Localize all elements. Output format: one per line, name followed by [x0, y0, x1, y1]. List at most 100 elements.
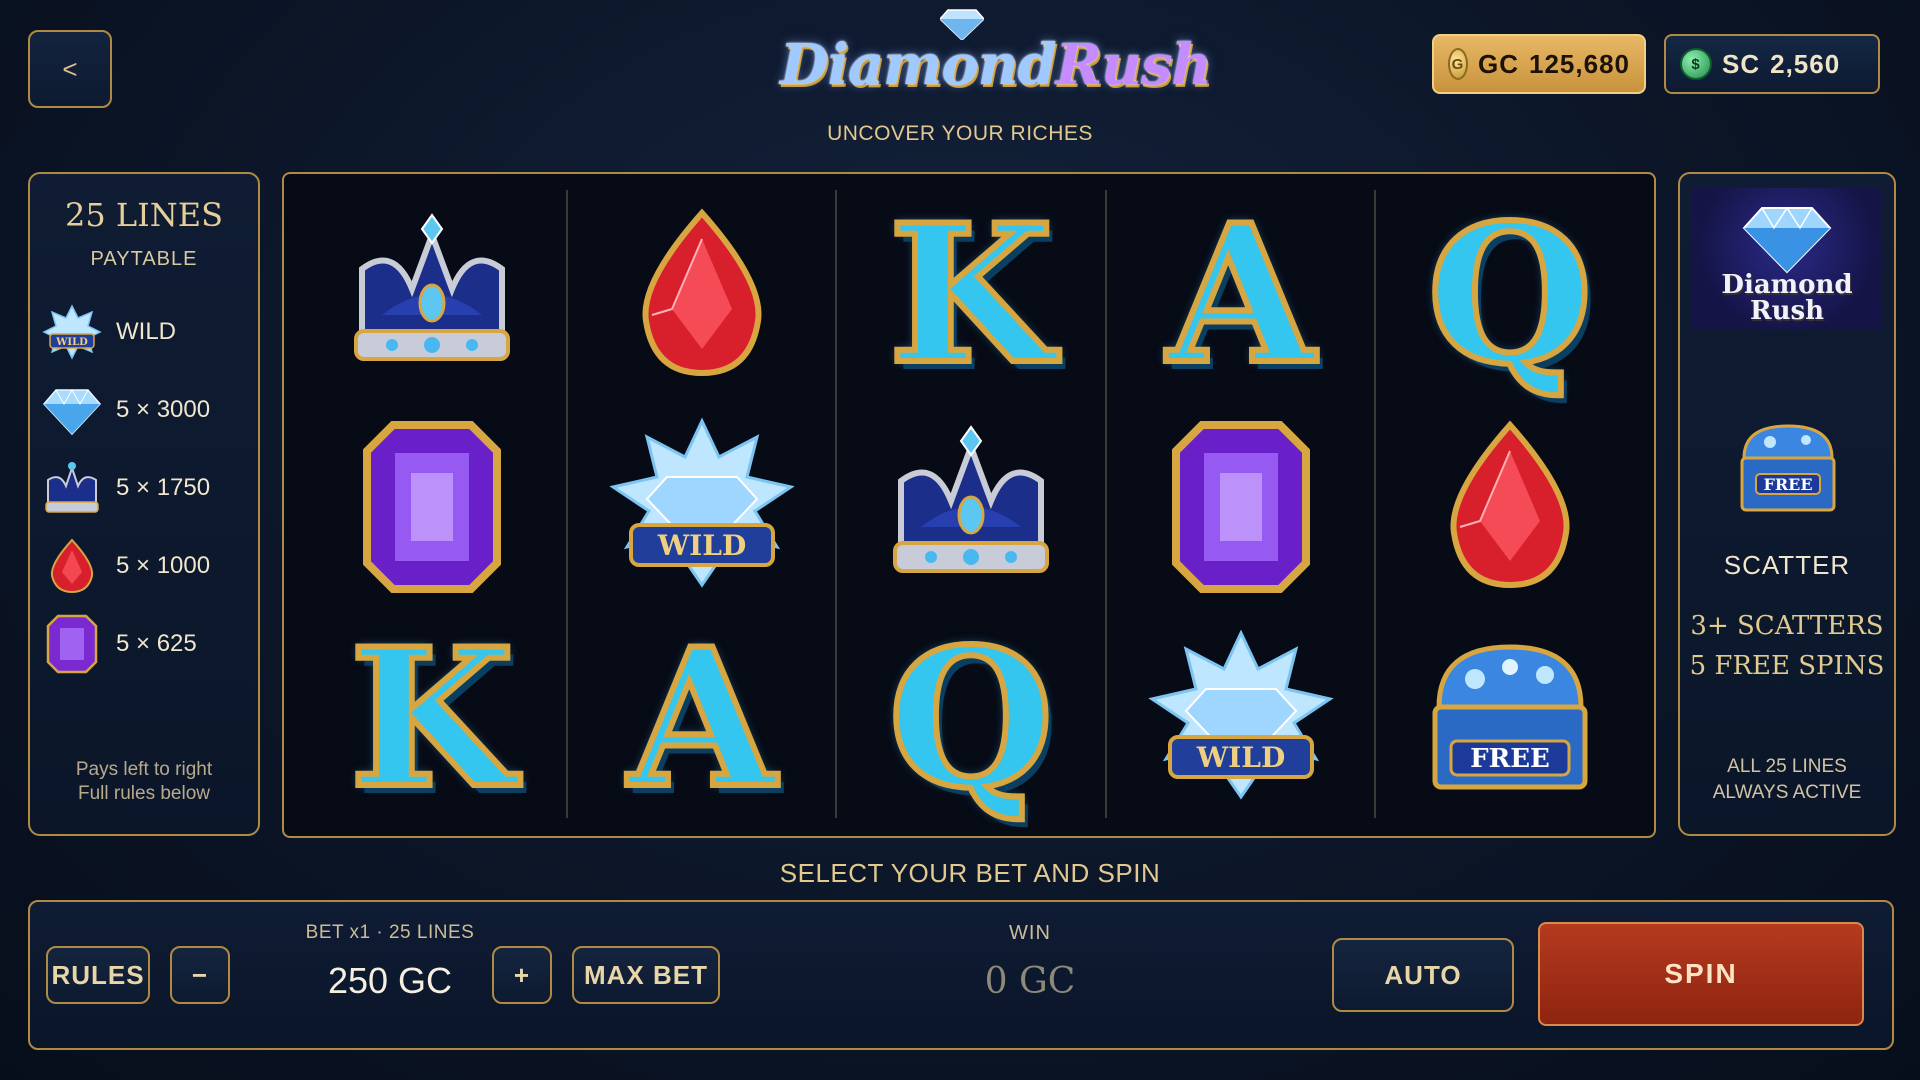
ruby-icon [642, 208, 762, 377]
paytable-row-ruby: 5 × 1000 [42, 534, 210, 598]
letter-symbol-k: K [300, 614, 564, 824]
reel-1: K [300, 190, 564, 818]
scatter-logo-line: Diamond [1721, 270, 1853, 300]
tagline: UNCOVER YOUR RICHES [827, 122, 1093, 145]
amethyst-symbol [300, 402, 564, 612]
paytable-footer: Pays left to right Full rules below [30, 758, 258, 806]
logo-diamond-icon [1742, 206, 1832, 274]
ruby-icon [1450, 420, 1570, 589]
win-value: 0 GC [984, 961, 1076, 1002]
decrease-bet-button[interactable]: − [170, 946, 230, 1004]
treasure-chest-icon: FREE [1740, 424, 1836, 512]
max-bet-button[interactable]: MAX BET [572, 946, 720, 1004]
scatter-logo-line: Rush [1749, 296, 1825, 326]
game-logo: DiamondRush [780, 9, 1212, 110]
wild-icon: WILD [609, 417, 795, 588]
sc-label: SC [1722, 48, 1761, 79]
paytable-row-amethyst: 5 × 625 [42, 612, 197, 676]
reels-grid[interactable]: K WILD A K Q A WILD Q FREE [282, 172, 1656, 838]
free-symbol: FREE [1378, 614, 1642, 824]
letter-glyph: A [1164, 183, 1317, 406]
bet-value: 250 GC [327, 960, 453, 1001]
letter-glyph: Q [885, 607, 1056, 830]
wild-symbol: WILD [570, 402, 834, 612]
letter-symbol-a: A [1109, 190, 1373, 400]
paytable-row-label: 5 × 3000 [116, 396, 211, 423]
amethyst-icon [363, 421, 501, 593]
bet-display: BET x1 · 25 LINES 250 GC [270, 922, 510, 1002]
control-bar: RULES − BET x1 · 25 LINES 250 GC + MAX B… [28, 900, 1894, 1050]
paytable-panel: 25 LINES PAYTABLE WILD WILD 5 × 3000 5 ×… [28, 172, 260, 836]
letter-glyph: K [346, 607, 517, 830]
win-label: WIN [1009, 922, 1051, 944]
svg-text:WILD: WILD [55, 337, 88, 348]
free-banner-text: FREE [1763, 475, 1812, 494]
wild-banner-text: WILD [1196, 741, 1286, 774]
crown-symbol [300, 190, 564, 400]
scatter-logo-text: Diamond Rush [1692, 272, 1882, 324]
rules-button[interactable]: RULES [46, 946, 150, 1004]
bet-label: BET x1 · 25 LINES [305, 922, 475, 943]
lines-active-note: ALL 25 LINES ALWAYS ACTIVE [1680, 754, 1894, 806]
spin-button[interactable]: SPIN [1538, 922, 1864, 1026]
sc-balance[interactable]: $ SC 2,560 [1664, 34, 1880, 94]
scatter-label: SCATTER [1723, 550, 1851, 580]
rules-label: RULES [51, 959, 145, 990]
ruby-symbol [570, 190, 834, 400]
increase-bet-button[interactable]: + [492, 946, 552, 1004]
sc-value: 2,560 [1770, 48, 1841, 79]
reel-divider [1374, 190, 1376, 818]
reel-2: WILD A [570, 190, 834, 818]
letter-glyph: A [625, 607, 778, 830]
amethyst-icon [1172, 421, 1310, 593]
paytable-row-wild: WILD WILD [42, 300, 176, 364]
win-display: WIN 0 GC [880, 922, 1180, 1002]
letter-glyph: Q [1424, 183, 1595, 406]
lines-active-line: ALWAYS ACTIVE [1712, 782, 1862, 803]
paytable-row-label: 5 × 1750 [116, 474, 211, 501]
crown-icon [45, 462, 99, 513]
lines-active-line: ALL 25 LINES [1727, 756, 1847, 777]
reel-divider [835, 190, 837, 818]
paytable-row-crown: 5 × 1750 [42, 456, 210, 520]
paytable-row-diamond: 5 × 3000 [42, 378, 210, 442]
diamond-icon [42, 388, 102, 436]
crown-symbol [839, 402, 1103, 612]
scatter-logo-tile: Diamond Rush [1692, 188, 1882, 330]
crown-icon [354, 213, 510, 361]
auto-label: AUTO [1384, 959, 1462, 990]
instruction-text: SELECT YOUR BET AND SPIN [779, 858, 1161, 888]
wild-banner-text: WILD [657, 529, 747, 562]
letter-symbol-a: A [570, 614, 834, 824]
green-coin-icon: $ [1680, 48, 1712, 80]
gc-label: GC [1478, 48, 1520, 79]
gold-coin-icon: G [1448, 48, 1469, 80]
ruby-icon [50, 538, 94, 594]
letter-glyph: K [885, 183, 1056, 406]
paytable-subtitle: PAYTABLE [90, 248, 198, 270]
scatter-rule-line: 3+ SCATTERS [1690, 611, 1884, 641]
max-bet-label: MAX BET [584, 959, 708, 990]
crown-icon [893, 425, 1049, 573]
paytable-row-label: WILD [116, 318, 176, 345]
minus-label: − [191, 959, 209, 990]
paytable-row-label: 5 × 1000 [116, 552, 211, 579]
plus-label: + [513, 959, 531, 990]
paytable-footer-line: Pays left to right [75, 759, 213, 780]
scatter-rule-line: 5 FREE SPINS [1689, 651, 1885, 681]
reel-divider [1105, 190, 1107, 818]
reel-4: A WILD [1109, 190, 1373, 818]
scatter-info-panel: Diamond Rush FREE SCATTER 3+ SCATTERS 5 … [1678, 172, 1896, 836]
auto-spin-button[interactable]: AUTO [1332, 938, 1514, 1012]
paytable-footer-line: Full rules below [78, 783, 210, 804]
logo-word-rush: Rush [1055, 32, 1212, 98]
gc-balance[interactable]: G GC 125,680 [1432, 34, 1646, 94]
back-button[interactable]: < [28, 30, 112, 108]
logo-wordmark: DiamondRush [780, 32, 1212, 98]
spin-label: SPIN [1664, 958, 1738, 989]
logo-word-diamond: Diamond [780, 32, 1057, 98]
reel-divider [566, 190, 568, 818]
amethyst-icon [46, 614, 98, 674]
free-icon: FREE [1432, 644, 1588, 790]
paytable-row-label: 5 × 625 [116, 630, 197, 657]
